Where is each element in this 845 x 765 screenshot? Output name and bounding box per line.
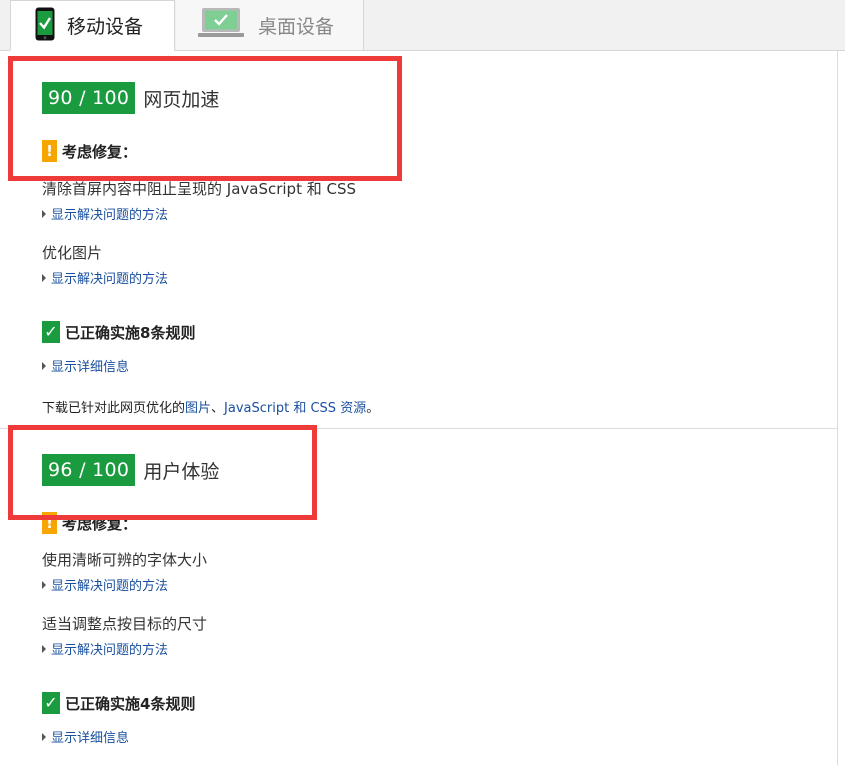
download-js-css-link[interactable]: JavaScript 和 CSS 资源 — [224, 401, 366, 416]
triangle-right-icon — [42, 209, 46, 218]
ux-passed-label: 已正确实施4条规则 — [65, 694, 196, 713]
speed-highlight-frame — [8, 56, 402, 181]
download-sep: 、 — [211, 401, 225, 416]
ux-rule-link-2[interactable]: 显示解决问题的方法 — [42, 639, 168, 658]
checkmark-icon: ✓ — [42, 321, 60, 343]
ux-rule-title-2: 适当调整点按目标的尺寸 — [42, 615, 208, 633]
tab-mobile-label: 移动设备 — [67, 16, 144, 38]
tab-mobile[interactable]: 移动设备 — [10, 0, 175, 51]
ux-passed-heading: ✓ 已正确实施4条规则 — [42, 692, 195, 714]
smartphone-check-icon — [35, 7, 55, 45]
triangle-right-icon — [42, 644, 46, 653]
triangle-right-icon — [42, 273, 46, 282]
triangle-right-icon — [42, 732, 46, 741]
triangle-right-icon — [42, 580, 46, 589]
speed-passed-heading: ✓ 已正确实施8条规则 — [42, 321, 195, 343]
speed-rule-title-1: 清除首屏内容中阻止呈现的 JavaScript 和 CSS — [42, 180, 357, 198]
ux-details-link[interactable]: 显示详细信息 — [42, 727, 129, 746]
monitor-check-icon — [198, 7, 244, 43]
ux-rule-link-2-label: 显示解决问题的方法 — [51, 643, 169, 658]
tab-desktop-label: 桌面设备 — [258, 15, 335, 38]
download-images-link[interactable]: 图片 — [185, 401, 211, 416]
speed-rule-link-1[interactable]: 显示解决问题的方法 — [42, 204, 168, 223]
ux-rule-title-1: 使用清晰可辨的字体大小 — [42, 551, 208, 569]
download-prefix: 下载已针对此网页优化的 — [42, 401, 186, 416]
ux-details-link-label: 显示详细信息 — [51, 731, 130, 746]
download-suffix: 。 — [366, 401, 380, 416]
triangle-right-icon — [42, 361, 46, 370]
ux-rule-link-1-label: 显示解决问题的方法 — [51, 579, 169, 594]
ux-highlight-frame — [8, 425, 317, 520]
speed-passed-label: 已正确实施8条规则 — [65, 323, 196, 342]
speed-details-link-label: 显示详细信息 — [51, 360, 130, 375]
download-optimized-resources: 下载已针对此网页优化的图片、JavaScript 和 CSS 资源。 — [42, 397, 379, 416]
ux-rule-link-1[interactable]: 显示解决问题的方法 — [42, 575, 168, 594]
checkmark-icon: ✓ — [42, 692, 60, 714]
speed-rule-title-2: 优化图片 — [42, 244, 103, 262]
speed-rule-link-2[interactable]: 显示解决问题的方法 — [42, 268, 168, 287]
device-tab-bar: 移动设备 桌面设备 — [0, 0, 845, 51]
speed-rule-link-1-label: 显示解决问题的方法 — [51, 208, 169, 223]
speed-details-link[interactable]: 显示详细信息 — [42, 356, 129, 375]
tab-desktop[interactable]: 桌面设备 — [176, 0, 364, 50]
speed-rule-link-2-label: 显示解决问题的方法 — [51, 272, 169, 287]
